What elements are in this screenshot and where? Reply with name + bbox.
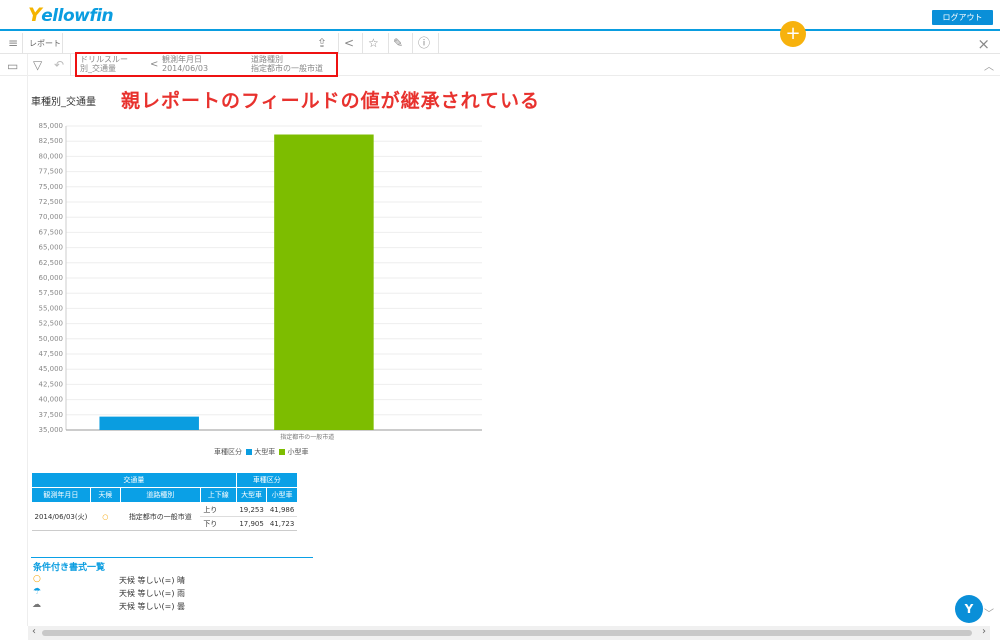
sun-icon: ○ xyxy=(90,502,121,531)
info-icon[interactable]: ⓘ xyxy=(418,36,430,50)
value-cell: 19,253 xyxy=(236,502,267,517)
y-tick-label: 65,000 xyxy=(39,244,64,252)
left-sidebar xyxy=(0,54,28,626)
road-cell: 指定都市の一般市道 xyxy=(120,502,201,531)
column-header[interactable]: 観測年月日 xyxy=(31,487,91,503)
y-tick-label: 62,500 xyxy=(39,259,64,267)
group-header: 交通量 xyxy=(31,472,237,488)
bar-chart: 35,000 37,500 40,000 42,500 45,000 47,500 50,0… xyxy=(39,122,482,441)
condition-item: 天候 等しい(=) 曇 xyxy=(119,602,186,611)
y-tick-label: 55,000 xyxy=(39,304,64,312)
y-tick-label: 60,000 xyxy=(39,274,64,282)
condition-item: 天候 等しい(=) 晴 xyxy=(119,576,186,585)
breadcrumb-item[interactable]: ドリルスルー 別_交通量 xyxy=(80,55,128,73)
top-bar: Yellowfin ログアウト xyxy=(0,0,1000,31)
scroll-down-icon[interactable]: ﹀ xyxy=(984,605,994,620)
conditions-divider xyxy=(31,557,313,558)
scrollbar-thumb[interactable] xyxy=(42,630,972,636)
add-button[interactable]: + xyxy=(780,21,806,47)
condition-item: 天候 等しい(=) 雨 xyxy=(119,589,186,598)
report-toolbar: ≡ レポート ⇪ < ☆ ✎ ⓘ xyxy=(0,33,1000,54)
y-tick-label: 57,500 xyxy=(39,289,64,297)
y-tick-label: 50,000 xyxy=(39,335,64,343)
column-header[interactable]: 道路種別 xyxy=(119,487,201,503)
y-tick-label: 70,000 xyxy=(39,213,64,221)
export-icon[interactable]: ⇪ xyxy=(317,36,327,50)
y-tick-label: 37,500 xyxy=(39,411,64,419)
bar xyxy=(99,416,199,430)
group-header: 車種区分 xyxy=(235,472,298,488)
column-header[interactable]: 上下線 xyxy=(199,487,237,503)
y-tick-label: 35,000 xyxy=(39,426,64,434)
y-tick-label: 82,500 xyxy=(39,137,64,145)
y-tick-label: 85,000 xyxy=(39,122,64,130)
sun-icon: ○ xyxy=(33,574,41,584)
column-header[interactable]: 大型車 xyxy=(235,487,268,503)
column-header[interactable]: 小型車 xyxy=(266,487,298,503)
value-cell: 41,986 xyxy=(266,502,298,517)
annotate-pen-icon[interactable]: ✎ xyxy=(393,36,403,50)
breadcrumb-item[interactable]: 観測年月日 2014/06/03 xyxy=(162,55,208,73)
yellowfin-logo[interactable]: Yellowfin xyxy=(28,4,114,26)
chart-legend: 車種区分 大型車 小型車 xyxy=(214,447,308,457)
x-category-label: 指定都市の一般市道 xyxy=(280,433,334,441)
annotation-text: 親レポートのフィールドの値が継承されている xyxy=(121,90,541,112)
bar xyxy=(274,134,374,430)
y-tick-label: 77,500 xyxy=(39,168,64,176)
conditions-title: 条件付き書式一覧 xyxy=(33,563,106,573)
breadcrumb-item[interactable]: 道路種別 指定都市の一般市道 xyxy=(251,55,323,73)
y-tick-label: 52,500 xyxy=(39,320,64,328)
logout-button[interactable]: ログアウト xyxy=(932,10,993,25)
y-tick-label: 47,500 xyxy=(39,350,64,358)
value-cell: 41,723 xyxy=(266,516,298,531)
y-tick-label: 72,500 xyxy=(39,198,64,206)
direction-cell: 上り xyxy=(200,502,237,517)
umbrella-icon: ☂ xyxy=(33,587,42,597)
favorite-star-icon[interactable]: ☆ xyxy=(368,36,379,50)
share-icon[interactable]: < xyxy=(344,36,354,50)
scroll-right-icon[interactable]: › xyxy=(982,626,986,637)
legend-label: 大型車 xyxy=(254,448,276,456)
y-tick-label: 80,000 xyxy=(39,152,64,160)
scroll-up-icon[interactable]: ︿ xyxy=(984,58,994,73)
horizontal-scrollbar[interactable]: ‹ › xyxy=(28,626,990,640)
direction-cell: 下り xyxy=(200,516,237,531)
y-tick-label: 40,000 xyxy=(39,396,64,404)
legend-label: 小型車 xyxy=(287,448,309,456)
value-cell: 17,905 xyxy=(236,516,267,531)
report-table: 交通量 車種区分 観測年月日 天候 道路種別 上下線 大型車 小型車 2014/… xyxy=(31,472,298,531)
y-tick-label: 67,500 xyxy=(39,228,64,236)
scroll-left-icon[interactable]: ‹ xyxy=(32,626,36,637)
y-tick-label: 75,000 xyxy=(39,183,64,191)
help-button[interactable]: Y xyxy=(955,595,983,623)
table-row: 2014/06/03(火) ○ 指定都市の一般市道 上り 19,253 41,9… xyxy=(31,502,298,531)
menu-icon[interactable]: ≡ xyxy=(8,36,18,50)
y-tick-label: 42,500 xyxy=(39,380,64,388)
breadcrumb-back-icon[interactable]: < xyxy=(150,60,158,70)
column-header[interactable]: 天候 xyxy=(89,487,121,503)
legend-swatch xyxy=(279,449,286,455)
filter-icon[interactable]: ▽ xyxy=(33,58,42,72)
report-title: 車種別_交通量 xyxy=(31,97,96,108)
report-label: レポート xyxy=(29,39,61,48)
legend-swatch xyxy=(246,449,253,455)
legend-title: 車種区分 xyxy=(214,448,242,456)
cloud-icon: ☁ xyxy=(32,600,41,610)
y-tick-label: 45,000 xyxy=(39,365,64,373)
date-cell: 2014/06/03(火) xyxy=(31,502,91,531)
undo-icon[interactable]: ↶ xyxy=(54,58,64,72)
close-icon[interactable]: × xyxy=(977,35,990,53)
